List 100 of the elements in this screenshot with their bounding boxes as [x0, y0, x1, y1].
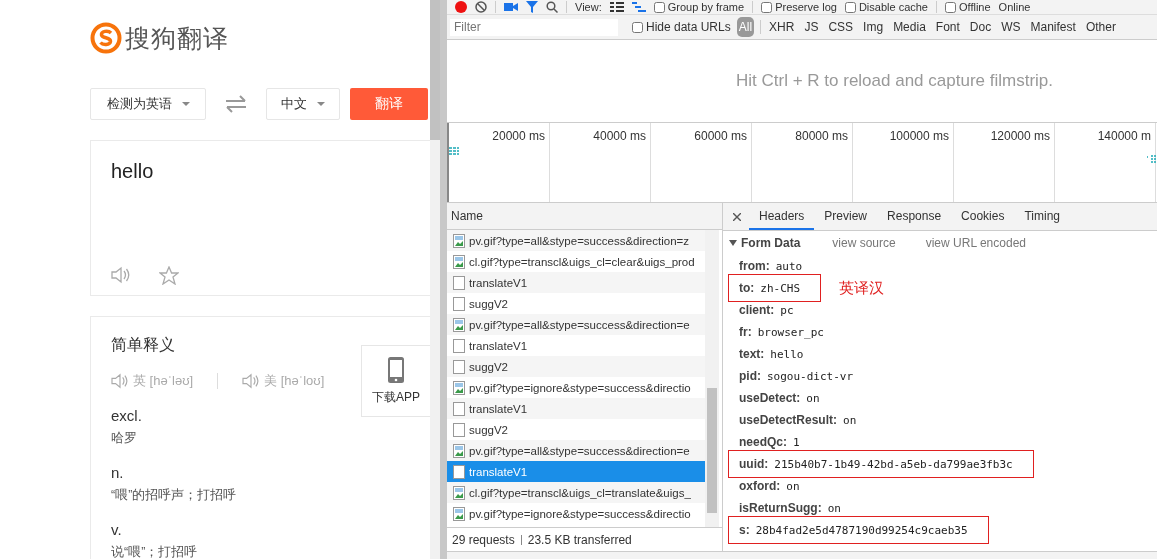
request-row[interactable]: translateV1 [447, 398, 705, 419]
request-row[interactable]: pv.gif?type=all&stype=success&direction=e [447, 314, 705, 335]
transfer-size: 23.5 KB transferred [527, 532, 632, 547]
type-filter[interactable]: Manifest [1028, 19, 1078, 35]
list-view-icon[interactable] [609, 2, 624, 12]
camera-icon[interactable] [504, 2, 518, 12]
timeline-tick: 40000 ms [593, 129, 646, 145]
image-file-icon [453, 506, 465, 521]
speaker-icon[interactable] [111, 266, 131, 284]
meaning-text: 说“喂”；打招呼 [111, 544, 199, 559]
image-file-icon [453, 380, 465, 395]
param-value: on [806, 391, 820, 405]
timeline-tick: 140000 m [1097, 129, 1151, 145]
request-row[interactable]: translateV1 [447, 272, 705, 293]
checkbox-label[interactable]: Group by frame [667, 1, 745, 13]
checkbox-label[interactable]: Offline [959, 1, 991, 13]
close-icon[interactable] [733, 212, 741, 221]
scrollbar-thumb[interactable] [430, 0, 440, 140]
param-value: sogou-dict-vr [767, 369, 854, 383]
input-text[interactable]: hello [111, 160, 410, 183]
param-value: hello [770, 347, 804, 361]
param-key: pid: [739, 369, 761, 383]
param-value: 28b4fad2e5d4787190d99254c9caeb35 [755, 523, 968, 537]
image-file-icon [453, 485, 465, 500]
image-file-icon [453, 233, 465, 248]
download-app-button[interactable]: 下载APP [361, 345, 430, 417]
view-link[interactable]: view source [832, 236, 896, 250]
source-language-dropdown[interactable]: 检测为英语 [90, 88, 206, 120]
param-key: from: [739, 259, 770, 273]
part-of-speech: n. [111, 464, 125, 481]
speaker-icon[interactable] [111, 373, 129, 389]
pronunciation: 英 [həˈləʊ] [133, 372, 194, 390]
request-row[interactable]: pv.gif?type=all&stype=success&direction=z [447, 230, 705, 251]
file-icon [453, 338, 465, 353]
param-key: isReturnSugg: [739, 501, 822, 515]
checkbox[interactable] [632, 21, 643, 33]
timeline-tick: 80000 ms [795, 129, 848, 145]
view-label: View: [575, 1, 602, 13]
scrollbar-thumb[interactable] [707, 388, 717, 513]
detail-tab[interactable]: Timing [1014, 203, 1070, 230]
param-key: text: [739, 347, 765, 361]
checkbox[interactable] [761, 1, 773, 13]
column-header[interactable]: Name [447, 203, 722, 230]
filter-field[interactable]: Filter [450, 18, 618, 36]
checkbox-label[interactable]: Preserve log [775, 1, 837, 13]
request-row[interactable]: suggV2 [447, 356, 705, 377]
star-icon[interactable] [159, 266, 179, 285]
caret-icon [181, 102, 190, 106]
detail-tab[interactable]: Headers [749, 203, 815, 230]
checkbox[interactable] [844, 1, 856, 13]
checkbox[interactable] [653, 1, 665, 13]
param-value: browser_pc [757, 325, 824, 339]
target-language-dropdown[interactable]: 中文 [266, 88, 340, 120]
meaning-text: 哈罗 [111, 430, 138, 447]
record-icon[interactable] [455, 1, 467, 13]
type-filter[interactable]: CSS [826, 19, 856, 35]
param-key: uuid: [739, 457, 769, 471]
checkbox[interactable] [945, 1, 956, 13]
param-key: needQc: [739, 435, 787, 449]
image-file-icon [453, 443, 465, 458]
annotation-text: 英译汉 [839, 278, 885, 298]
type-filter[interactable]: Img [861, 19, 886, 35]
waterfall-view-icon[interactable] [631, 2, 646, 12]
type-filter[interactable]: Font [933, 19, 962, 35]
detail-tab[interactable]: Preview [814, 203, 878, 230]
part-of-speech: excl. [111, 407, 143, 424]
search-icon[interactable] [546, 1, 558, 13]
speaker-icon[interactable] [242, 373, 261, 389]
caret-icon [317, 102, 325, 106]
param-key: to: [739, 281, 755, 295]
param-value: on [843, 413, 857, 427]
param-key: useDetectResult: [739, 413, 838, 427]
throttle-dropdown[interactable]: Online [998, 1, 1031, 13]
detail-tab[interactable]: Response [877, 203, 952, 230]
checkbox-label[interactable]: Hide data URLs [646, 20, 731, 34]
checkbox-label[interactable]: Disable cache [858, 1, 928, 13]
swap-icon[interactable] [225, 95, 247, 113]
type-filter[interactable]: Doc [967, 19, 994, 35]
pronunciation: 美 [həˈloʊ] [264, 372, 325, 390]
type-filter[interactable]: Media [891, 19, 928, 35]
phone-icon [388, 356, 404, 383]
param-value: zh-CHS [760, 281, 801, 295]
type-filter[interactable]: JS [802, 19, 821, 35]
param-value: auto [775, 259, 803, 273]
param-value: on [786, 479, 800, 493]
type-filter[interactable]: WS [999, 19, 1023, 35]
file-icon [453, 464, 465, 479]
section-title: Form Data [741, 236, 801, 250]
file-icon [453, 275, 465, 290]
expand-triangle-icon[interactable] [729, 240, 737, 246]
param-value: 215b40b7-1b49-42bd-a5eb-da799ae3fb3c [774, 457, 1013, 471]
request-row[interactable]: pv.gif?type=all&stype=success&direction=e [447, 440, 705, 461]
type-filter[interactable]: XHR [767, 19, 797, 35]
view-link[interactable]: view URL encoded [925, 236, 1026, 250]
request-row[interactable]: cl.gif?type=transcl&uigs_cl=translate&uigs_ [447, 482, 705, 503]
param-key: fr: [739, 325, 752, 339]
type-filter[interactable]: Other [1083, 19, 1118, 35]
detail-tab[interactable]: Cookies [951, 203, 1015, 230]
filmstrip-hint: Hit Ctrl + R to reload and capture filmstrip. [736, 71, 1053, 91]
clear-icon[interactable] [475, 1, 487, 13]
